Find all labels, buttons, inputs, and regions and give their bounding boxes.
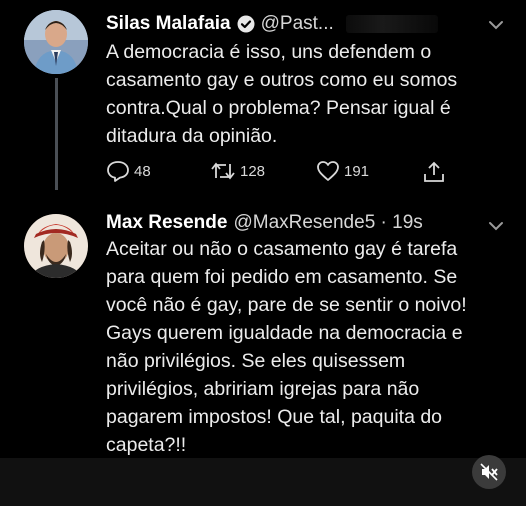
reply-button[interactable]: 48	[106, 160, 151, 182]
tweet-silas[interactable]: Silas Malafaia @Past... A democracia é i…	[0, 0, 526, 192]
author-handle[interactable]: @MaxResende5 · 19s	[233, 212, 422, 234]
mute-button[interactable]	[472, 455, 506, 489]
chevron-down-icon[interactable]	[488, 219, 504, 231]
thread-line	[55, 78, 58, 190]
video-bottom-bar	[0, 458, 526, 506]
tweet-max[interactable]: Max Resende @MaxResende5 · 19s Aceitar o…	[0, 192, 526, 458]
author-name[interactable]: Max Resende	[106, 212, 227, 234]
author-handle[interactable]: @Past...	[261, 13, 334, 35]
verified-badge-icon	[237, 15, 255, 33]
avatar[interactable]	[24, 214, 88, 278]
like-count: 191	[344, 162, 370, 180]
speaker-muted-icon	[480, 463, 498, 481]
retweet-arrows-icon	[211, 162, 235, 180]
retweet-count: 128	[240, 162, 266, 180]
like-button[interactable]: 191	[316, 160, 369, 182]
heart-icon	[317, 161, 339, 181]
tweet-thread-screenshot: Silas Malafaia @Past... A democracia é i…	[0, 0, 526, 506]
chevron-down-icon[interactable]	[488, 18, 504, 30]
share-upload-icon	[424, 161, 444, 182]
avatar[interactable]	[24, 10, 88, 74]
redacted-area	[345, 15, 438, 33]
share-button[interactable]	[422, 160, 446, 184]
tweet-header: Max Resende @MaxResende5 · 19s	[106, 212, 423, 234]
tweet-text: A democracia é isso, uns defendem o casa…	[106, 41, 458, 147]
tweet-actions: 48 128 191	[106, 160, 446, 184]
tweet-header: Silas Malafaia @Past...	[106, 13, 438, 35]
reply-bubble-icon	[107, 161, 129, 182]
tweet-text: Aceitar ou não o casamento gay é tarefa …	[106, 238, 467, 456]
retweet-button[interactable]: 128	[210, 160, 265, 182]
reply-count: 48	[134, 162, 151, 180]
author-name[interactable]: Silas Malafaia	[106, 13, 231, 35]
